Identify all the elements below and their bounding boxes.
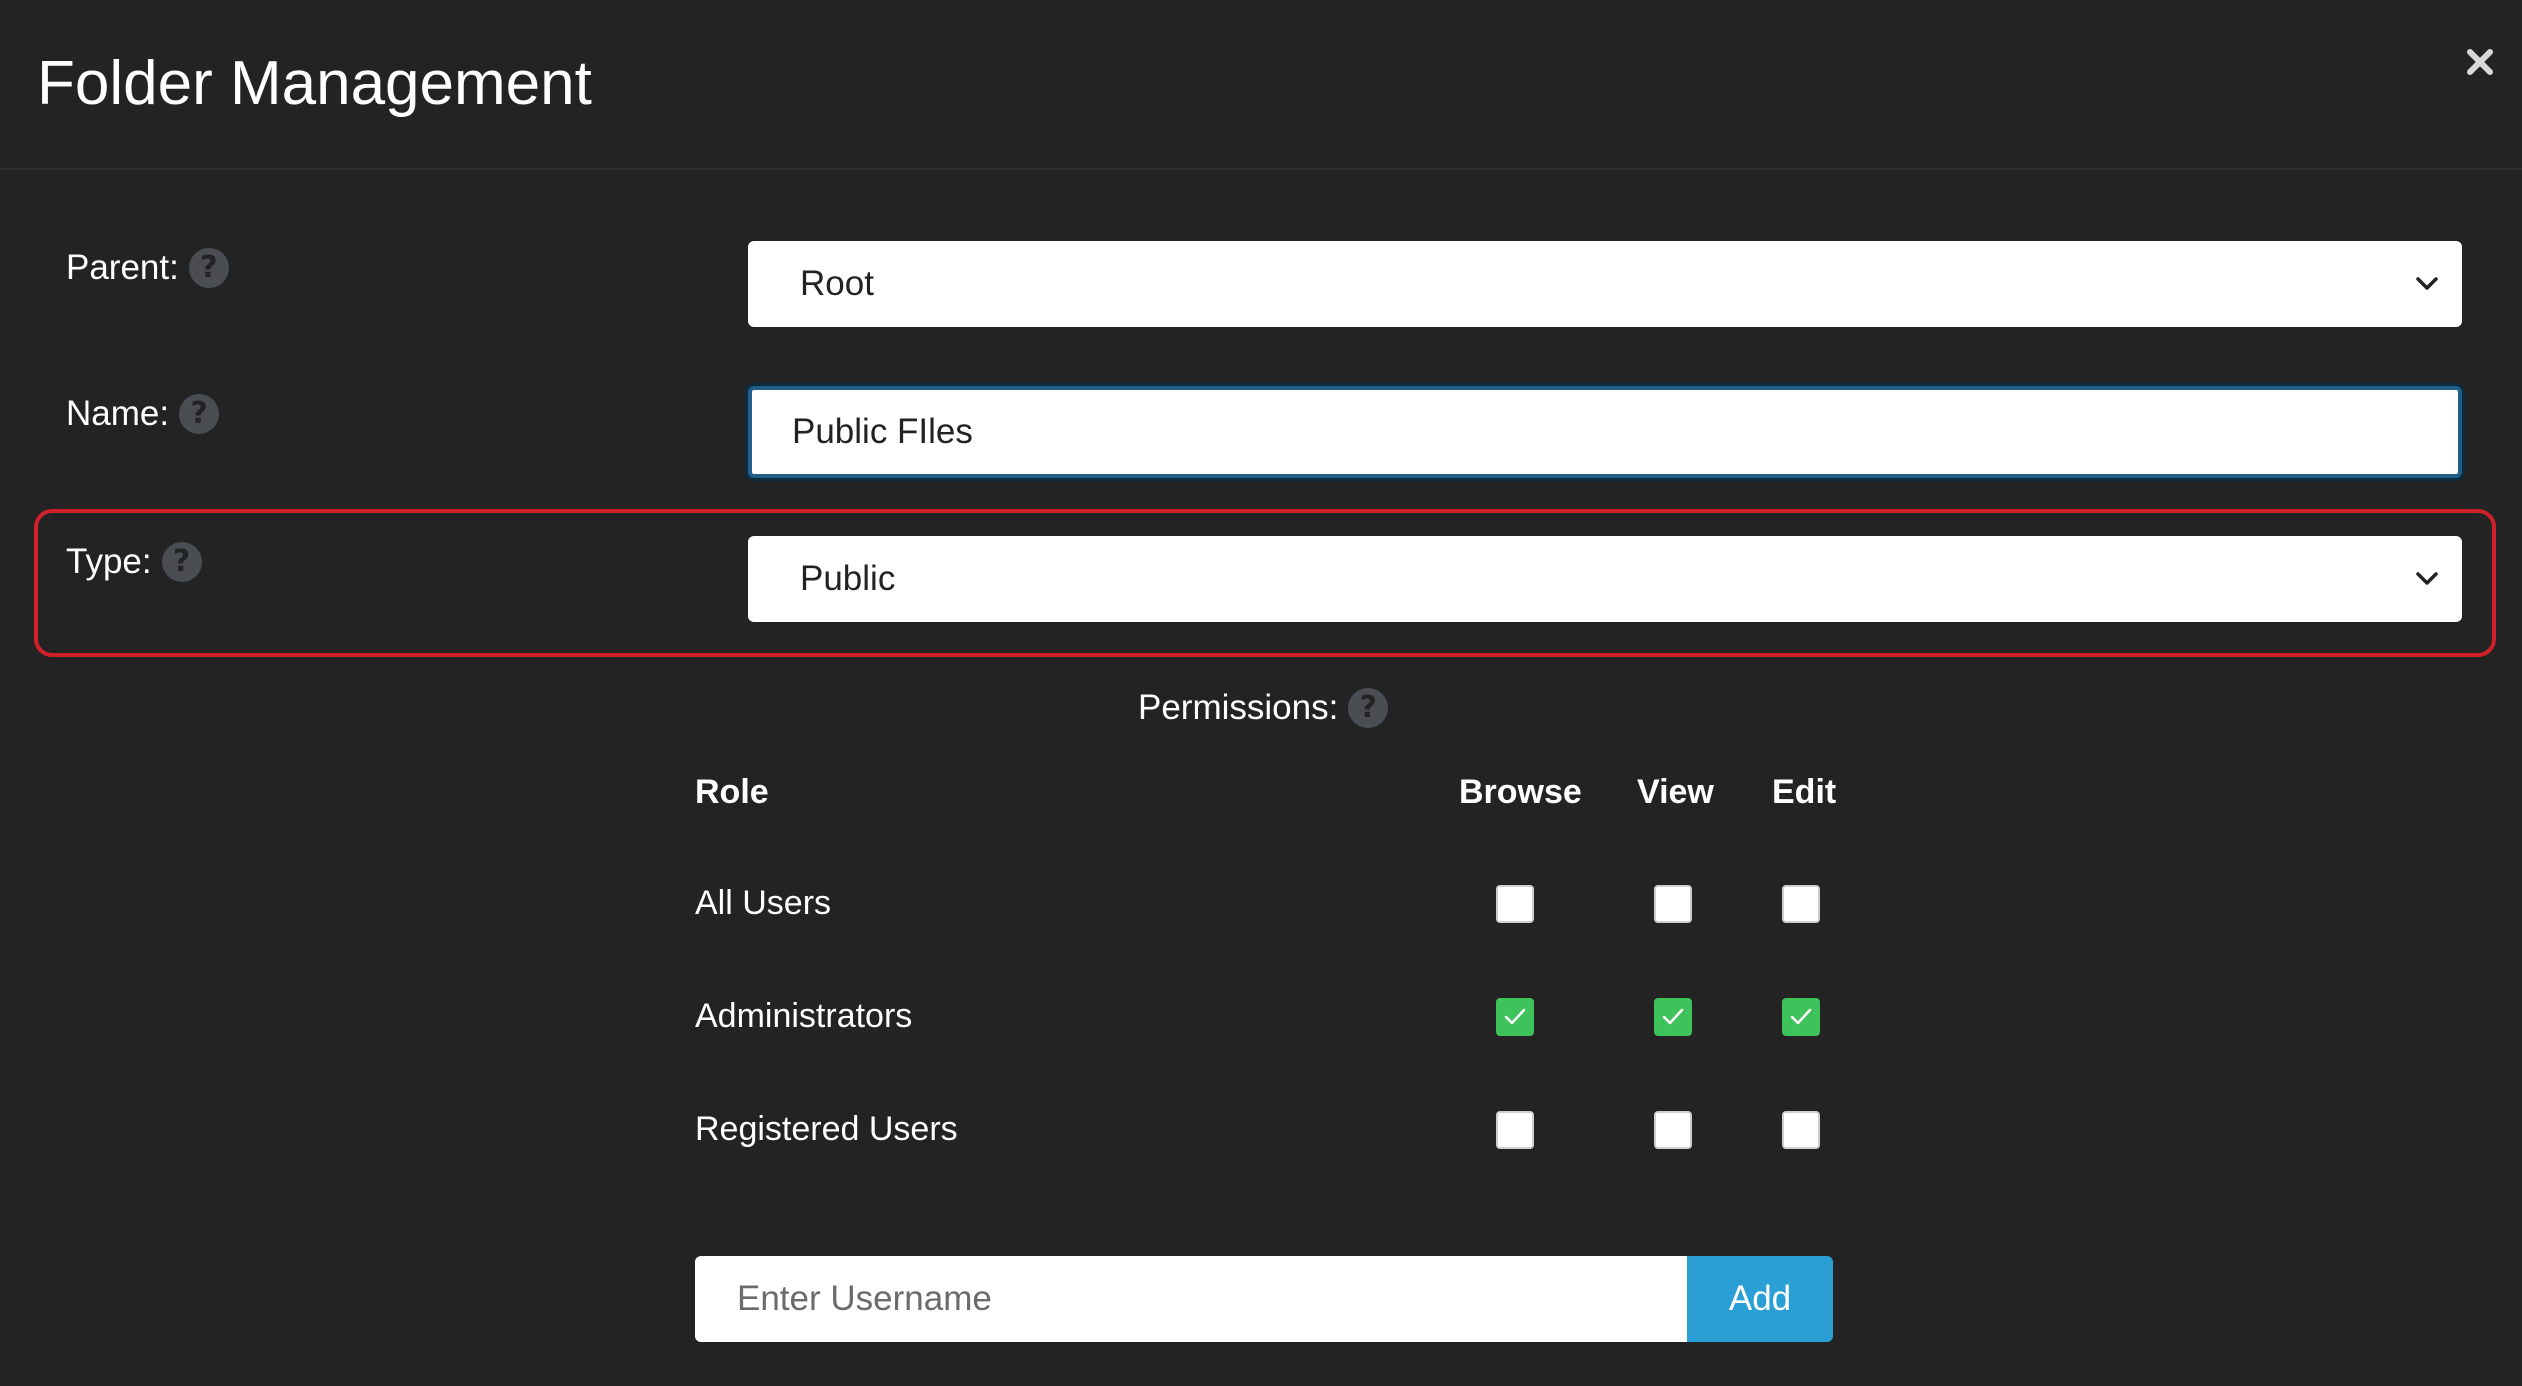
help-icon[interactable]: ? (161, 542, 202, 582)
chevron-down-icon (2412, 269, 2442, 299)
parent-select-value: Root (800, 264, 874, 303)
view-checkbox[interactable] (1654, 998, 1692, 1036)
table-row: Administrators (695, 986, 1835, 1046)
help-icon[interactable]: ? (188, 248, 229, 288)
parent-label: Parent: (66, 248, 179, 287)
type-select[interactable]: Public (748, 536, 2462, 622)
table-row: Registered Users (695, 1099, 1835, 1159)
column-header-view: View (1637, 773, 1714, 811)
name-input[interactable]: Public FIles (748, 386, 2462, 478)
parent-label-group: Parent: ? (66, 246, 229, 290)
close-button[interactable] (2460, 42, 2500, 82)
edit-checkbox[interactable] (1782, 998, 1820, 1036)
help-icon[interactable]: ? (179, 394, 220, 434)
permissions-label-group: Permissions: ? (1138, 686, 1389, 730)
modal-header: Folder Management (0, 0, 2522, 170)
edit-checkbox[interactable] (1782, 885, 1820, 923)
browse-checkbox[interactable] (1496, 1111, 1534, 1149)
type-label: Type: (66, 542, 152, 581)
checkmark-icon (1504, 1008, 1526, 1025)
checkmark-icon (1790, 1008, 1812, 1025)
add-button[interactable]: Add (1687, 1256, 1833, 1342)
help-icon[interactable]: ? (1348, 688, 1389, 728)
view-checkbox[interactable] (1654, 885, 1692, 923)
table-row: All Users (695, 873, 1835, 933)
modal-title: Folder Management (37, 49, 592, 118)
edit-checkbox[interactable] (1782, 1111, 1820, 1149)
column-header-edit: Edit (1772, 773, 1837, 811)
type-select-value: Public (800, 559, 896, 598)
type-label-group: Type: ? (66, 540, 202, 584)
column-header-role: Role (695, 773, 769, 811)
browse-checkbox[interactable] (1496, 998, 1534, 1036)
column-header-browse: Browse (1459, 773, 1582, 811)
view-checkbox[interactable] (1654, 1111, 1692, 1149)
name-label-group: Name: ? (66, 392, 220, 436)
chevron-down-icon (2412, 564, 2442, 594)
username-input[interactable]: Enter Username (695, 1256, 1687, 1342)
name-input-value: Public FIles (792, 412, 973, 451)
role-name: All Users (695, 884, 832, 922)
folder-management-modal: Folder Management Parent: ? Root Name: ?… (0, 0, 2522, 1386)
permissions-label: Permissions: (1138, 688, 1339, 727)
checkmark-icon (1662, 1008, 1684, 1025)
role-name: Administrators (695, 997, 913, 1035)
browse-checkbox[interactable] (1496, 885, 1534, 923)
close-icon (2467, 49, 2493, 75)
username-input-placeholder: Enter Username (737, 1279, 992, 1318)
parent-select[interactable]: Root (748, 241, 2462, 327)
name-label: Name: (66, 394, 170, 433)
role-name: Registered Users (695, 1110, 958, 1148)
permissions-table-header: Role Browse View Edit (695, 762, 1837, 822)
